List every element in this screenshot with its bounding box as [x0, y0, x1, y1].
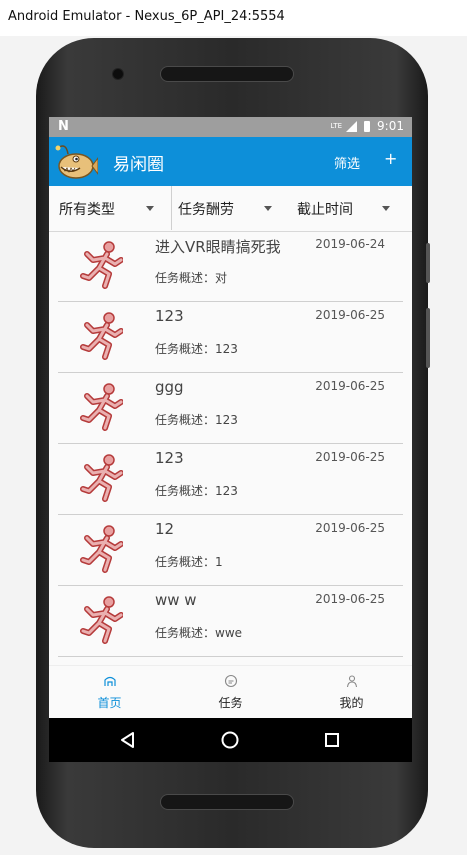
filter-button[interactable]: 筛选 [334, 153, 360, 172]
notification-n-icon: N [58, 119, 69, 134]
device-screen: N LTE 9:01 易闲圈 筛选 + 所有类型 任务酬劳 截止时间 进入VR眼… [49, 117, 412, 762]
task-description: 任务概述：wwe [155, 626, 243, 640]
chevron-down-icon [264, 206, 272, 211]
status-bar: N LTE 9:01 [49, 117, 412, 137]
add-task-button[interactable]: + [384, 149, 397, 168]
home-circle-icon[interactable] [216, 726, 244, 754]
task-date: 2019-06-25 [315, 592, 385, 606]
task-description: 任务概述：123 [155, 484, 238, 498]
task-title: 进入VR眼睛搞死我 [155, 238, 281, 256]
chevron-down-icon [382, 206, 390, 211]
front-camera [112, 68, 124, 80]
running-man-icon [80, 312, 123, 360]
running-man-icon [80, 383, 123, 431]
chevron-down-icon [146, 206, 154, 211]
type-filter-label: 所有类型 [59, 202, 115, 218]
task-list-item[interactable]: 12 2019-06-25 任务概述：1 [49, 515, 412, 586]
task-list-item[interactable] [49, 657, 412, 665]
deadline-filter-label: 截止时间 [297, 202, 353, 218]
task-date: 2019-06-25 [315, 521, 385, 535]
task-description: 任务概述：123 [155, 413, 238, 427]
running-man-icon [80, 454, 123, 502]
recents-icon[interactable] [318, 726, 346, 754]
emulator-window-title: Android Emulator - Nexus_6P_API_24:5554 [0, 0, 467, 36]
task-list[interactable]: 进入VR眼睛搞死我 2019-06-24 任务概述：对 123 2019-06-… [49, 231, 412, 665]
tab-home[interactable]: 首页 [49, 666, 170, 719]
task-date: 2019-06-25 [315, 379, 385, 393]
running-man-icon [80, 525, 123, 573]
task-title: ww w [155, 591, 197, 609]
task-title: ggg [155, 378, 184, 396]
task-description: 任务概述：1 [155, 555, 223, 569]
type-filter-dropdown[interactable]: 所有类型 [49, 186, 170, 230]
running-man-icon [80, 596, 123, 644]
task-list-item[interactable]: 123 2019-06-25 任务概述：123 [49, 444, 412, 515]
tab-tasks[interactable]: 任务 [170, 666, 291, 719]
system-navigation-bar [49, 718, 412, 762]
power-button[interactable] [426, 243, 430, 283]
task-list-item[interactable]: ww w 2019-06-25 任务概述：wwe [49, 586, 412, 657]
tab-tasks-label: 任务 [218, 696, 243, 710]
reward-filter-label: 任务酬劳 [178, 202, 234, 218]
task-date: 2019-06-25 [315, 308, 385, 322]
task-description: 任务概述：对 [155, 271, 228, 285]
signal-icon [346, 120, 358, 132]
bottom-navigation: 首页 任务 我的 [49, 665, 412, 719]
task-title: 12 [155, 520, 175, 538]
person-icon [346, 675, 357, 688]
task-date: 2019-06-25 [315, 450, 385, 464]
task-title: 123 [155, 449, 184, 467]
task-description: 任务概述：123 [155, 342, 238, 356]
app-title: 易闲圈 [113, 155, 164, 175]
reward-filter-dropdown[interactable]: 任务酬劳 [168, 186, 287, 230]
clock: 9:01 [377, 119, 404, 133]
network-type: LTE [330, 122, 343, 130]
deadline-filter-dropdown[interactable]: 截止时间 [287, 186, 412, 230]
battery-icon [364, 120, 371, 132]
task-date: 2019-06-24 [315, 237, 385, 251]
home-icon [103, 676, 116, 686]
volume-button[interactable] [426, 308, 430, 368]
tab-home-label: 首页 [97, 696, 122, 710]
top-speaker [160, 66, 294, 82]
app-bar: 易闲圈 筛选 + [49, 137, 412, 186]
task-list-item[interactable]: 123 2019-06-25 任务概述：123 [49, 302, 412, 373]
back-icon[interactable] [114, 726, 142, 754]
anglerfish-logo-icon [55, 145, 98, 179]
running-man-icon [80, 241, 123, 289]
task-title: 123 [155, 307, 184, 325]
task-list-item[interactable]: 进入VR眼睛搞死我 2019-06-24 任务概述：对 [49, 231, 412, 302]
tab-profile-label: 我的 [339, 696, 364, 710]
chat-icon [224, 674, 237, 688]
bottom-speaker [160, 794, 294, 810]
task-list-item[interactable]: ggg 2019-06-25 任务概述：123 [49, 373, 412, 444]
tab-profile[interactable]: 我的 [291, 666, 412, 719]
filter-bar: 所有类型 任务酬劳 截止时间 [49, 186, 412, 232]
